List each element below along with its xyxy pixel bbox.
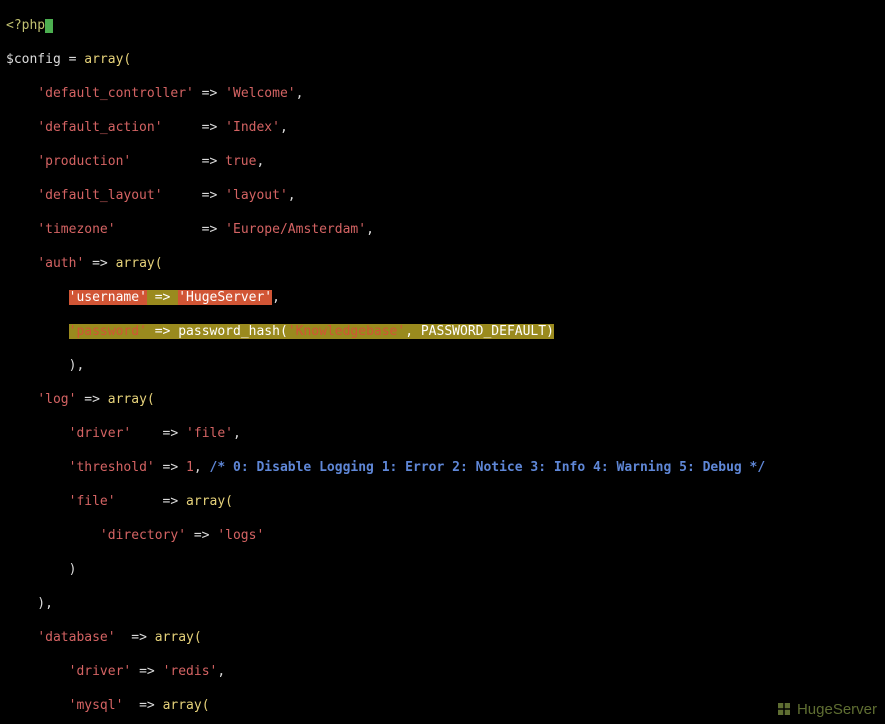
code-line: 'default_layout' => 'layout', — [6, 187, 885, 204]
code-line: 'auth' => array( — [6, 255, 885, 272]
cursor — [45, 19, 53, 33]
code-line: 'threshold' => 1, /* 0: Disable Logging … — [6, 459, 885, 476]
code-line: 'database' => array( — [6, 629, 885, 646]
logo-text: HugeServer — [797, 701, 877, 718]
code-line: ), — [6, 357, 885, 374]
code-line: <?php — [6, 17, 885, 34]
code-line: 'log' => array( — [6, 391, 885, 408]
code-line: ) — [6, 561, 885, 578]
code-line: $config = array( — [6, 51, 885, 68]
code-line: ), — [6, 595, 885, 612]
code-line: 'production' => true, — [6, 153, 885, 170]
code-line: 'driver' => 'file', — [6, 425, 885, 442]
highlight-password: 'password' => password_hash('Knowledgeba… — [69, 324, 554, 339]
code-editor: <?php $config = array( 'default_controll… — [0, 0, 885, 724]
code-line: 'file' => array( — [6, 493, 885, 510]
code-line: 'default_action' => 'Index', — [6, 119, 885, 136]
php-open-tag: <?php — [6, 18, 45, 33]
code-line: 'directory' => 'logs' — [6, 527, 885, 544]
code-line: 'username' => 'HugeServer', — [6, 289, 885, 306]
hugeserver-logo: HugeServer — [775, 700, 877, 718]
code-line: 'timezone' => 'Europe/Amsterdam', — [6, 221, 885, 238]
code-line: 'default_controller' => 'Welcome', — [6, 85, 885, 102]
code-line: 'driver' => 'redis', — [6, 663, 885, 680]
code-line: 'password' => password_hash('Knowledgeba… — [6, 323, 885, 340]
code-line: 'mysql' => array( — [6, 697, 885, 714]
logo-icon — [775, 700, 793, 718]
highlight-username: 'username' => 'HugeServer' — [69, 290, 273, 305]
